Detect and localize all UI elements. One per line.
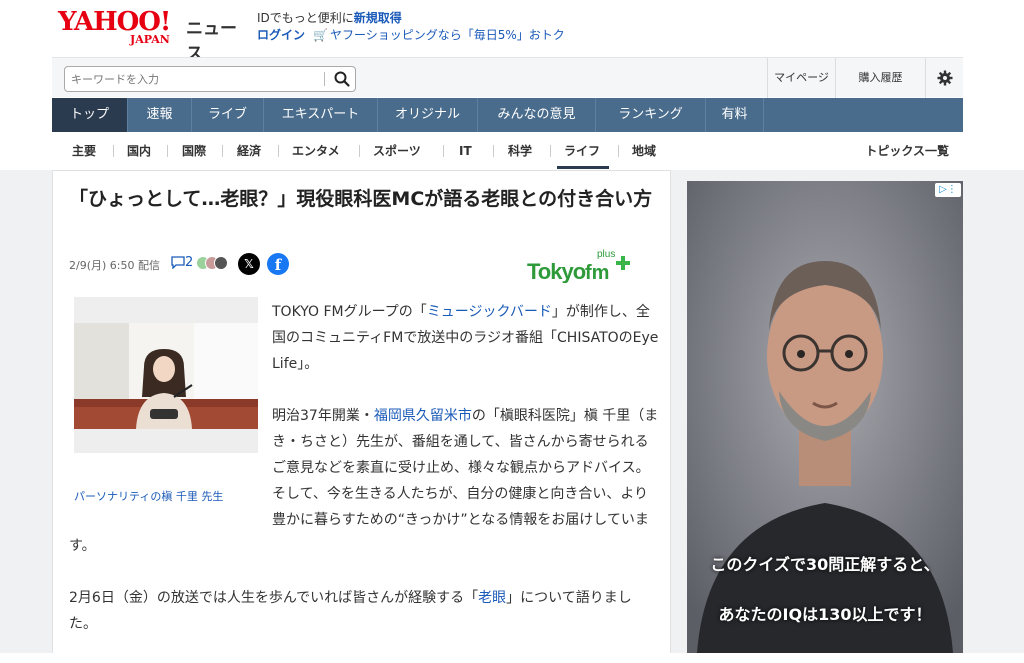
search-input[interactable] xyxy=(71,70,316,88)
nav-original[interactable]: オリジナル xyxy=(378,98,478,132)
nav-ranking[interactable]: ランキング xyxy=(596,98,706,132)
subnav-item[interactable]: 国際 xyxy=(182,132,206,170)
subnav-item-active[interactable]: ライフ xyxy=(564,132,600,170)
svg-text:fm: fm xyxy=(585,262,609,283)
logo-japan: JAPAN xyxy=(130,33,170,46)
rougan-link[interactable]: 老眼 xyxy=(478,590,506,606)
register-link[interactable]: 新規取得 xyxy=(354,11,402,25)
yahoo-news-logo[interactable]: YAHOO! JAPAN ニュース xyxy=(58,7,253,64)
facebook-share-icon[interactable]: f xyxy=(267,253,289,275)
comment-link[interactable]: 2 xyxy=(171,255,193,270)
article-body: TOKYO FMグループの「ミュージックバード」が制作し、全国のコミュニティFM… xyxy=(69,299,659,663)
nav-live[interactable]: ライブ xyxy=(192,98,264,132)
paragraph: 2月6日（金）の放送では人生を歩んでいれば皆さんが経験する「老眼」について語りま… xyxy=(69,590,632,632)
gear-icon xyxy=(937,70,952,86)
nav-expert[interactable]: エキスパート xyxy=(264,98,378,132)
mypage-link[interactable]: マイページ xyxy=(767,58,835,98)
subnav-item[interactable]: スポーツ xyxy=(373,132,421,170)
article: 「ひょっとして…老眼？」現役眼科医MCが語る老眼との付き合い方 2/9(月) 6… xyxy=(52,170,671,653)
svg-text:plus: plus xyxy=(597,249,615,260)
article-title: 「ひょっとして…老眼？」現役眼科医MCが語る老眼との付き合い方 xyxy=(69,188,653,210)
header-promo: IDでもっと便利に新規取得 ログイン 🛒 ヤフーショッピングなら「毎日5%」おトク xyxy=(257,10,565,44)
ad-headline-1: このクイズで30問正解すると、 xyxy=(710,555,940,574)
comment-count: 2 xyxy=(185,255,194,270)
nav-opinions[interactable]: みんなの意見 xyxy=(478,98,596,132)
cart-icon: 🛒 xyxy=(313,28,328,42)
shopping-promo-link[interactable]: ヤフーショッピングなら「毎日5%」おトク xyxy=(330,28,565,42)
subnav-item[interactable]: 地域 xyxy=(632,132,656,170)
promo-text: IDでもっと便利に xyxy=(257,11,354,25)
avatar xyxy=(214,256,228,270)
search-icon[interactable] xyxy=(333,70,351,88)
musicbird-link[interactable]: ミュージックバード xyxy=(427,304,552,320)
topics-list-link[interactable]: トピックス一覧 xyxy=(865,132,949,170)
article-date: 2/9(月) 6:50 配信 xyxy=(69,259,160,272)
search-divider xyxy=(324,72,325,86)
subnav-item[interactable]: エンタメ xyxy=(292,132,340,170)
search-bar: マイページ 購入履歴 xyxy=(52,57,963,98)
subnav-item[interactable]: 科学 xyxy=(508,132,532,170)
login-link[interactable]: ログイン xyxy=(257,28,305,42)
nav-breaking[interactable]: 速報 xyxy=(128,98,192,132)
ad-image xyxy=(687,181,963,653)
category-nav: 主要 国内 国際 経済 エンタメ スポーツ IT 科学 ライフ 地域 トピックス… xyxy=(52,132,963,170)
tokyofm-plus-logo[interactable]: Tokyo fm plus xyxy=(527,245,637,283)
subnav-item[interactable]: 国内 xyxy=(127,132,151,170)
ad-headline-2: あなたのIQは130以上です！ xyxy=(718,605,932,624)
x-share-icon[interactable]: 𝕏 xyxy=(238,253,260,275)
main-nav: トップ 速報 ライブ エキスパート オリジナル みんなの意見 ランキング 有料 xyxy=(52,98,963,132)
settings-button[interactable] xyxy=(925,58,963,98)
subnav-item[interactable]: IT xyxy=(459,132,472,170)
site-header: YAHOO! JAPAN ニュース IDでもっと便利に新規取得 ログイン 🛒 ヤフー… xyxy=(0,0,1024,64)
active-tab-indicator xyxy=(557,166,609,169)
search-box xyxy=(64,66,356,92)
nav-top[interactable]: トップ xyxy=(52,98,128,132)
adchoices-icon[interactable]: ▷⋮ xyxy=(935,183,961,197)
purchase-history-link[interactable]: 購入履歴 xyxy=(835,58,925,98)
subnav-item[interactable]: 主要 xyxy=(72,132,96,170)
commenter-avatars xyxy=(196,255,228,271)
advertisement[interactable]: ▷⋮ このクイズで30問正解すると、 あなたのIQは130以上です！ xyxy=(687,181,963,653)
logo-yahoo: YAHOO! xyxy=(58,7,171,37)
kurume-link[interactable]: 福岡県久留米市 xyxy=(374,408,472,424)
nav-paid[interactable]: 有料 xyxy=(706,98,764,132)
svg-text:Tokyo: Tokyo xyxy=(527,259,586,283)
comment-icon xyxy=(171,256,185,269)
subnav-item[interactable]: 経済 xyxy=(237,132,261,170)
